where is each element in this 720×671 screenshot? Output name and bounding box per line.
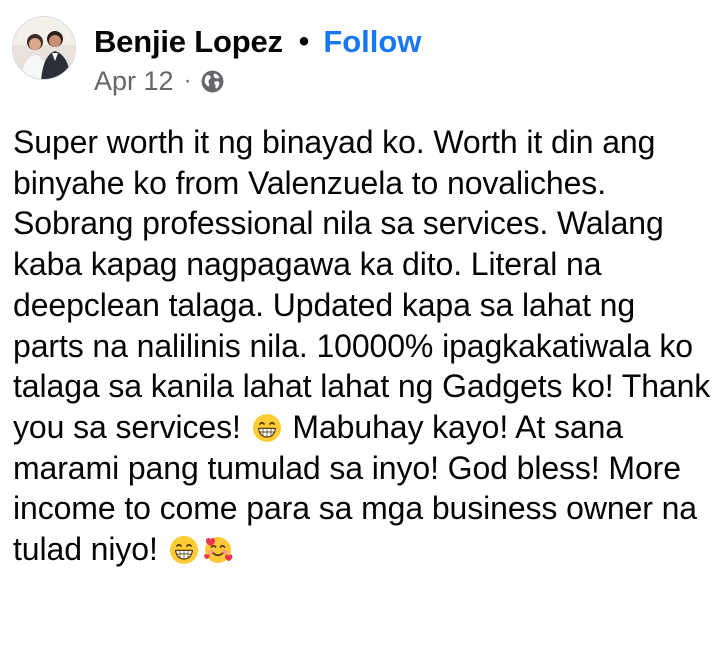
avatar[interactable] [12, 16, 76, 80]
date-separator: · [183, 67, 192, 94]
smiling-face-with-hearts-emoji-icon [203, 534, 233, 564]
grinning-face-emoji-icon [252, 412, 282, 442]
follow-button[interactable]: Follow [323, 24, 421, 60]
globe-icon[interactable] [200, 69, 225, 94]
name-row: Benjie Lopez • Follow [94, 22, 421, 62]
post-date[interactable]: Apr 12 [94, 66, 174, 97]
avatar-photo [13, 17, 75, 79]
post-meta: Benjie Lopez • Follow Apr 12 · [94, 22, 421, 98]
post-body: Super worth it ng binayad ko. Worth it d… [13, 122, 713, 570]
author-name[interactable]: Benjie Lopez [94, 24, 283, 60]
facebook-post: Benjie Lopez • Follow Apr 12 · Super wor… [0, 0, 720, 671]
sub-row: Apr 12 · [94, 64, 421, 98]
separator-dot: • [298, 25, 310, 58]
post-text-part1: Super worth it ng binayad ko. Worth it d… [13, 124, 711, 445]
grinning-face-emoji-icon [169, 534, 199, 565]
post-header: Benjie Lopez • Follow Apr 12 · [12, 16, 421, 96]
